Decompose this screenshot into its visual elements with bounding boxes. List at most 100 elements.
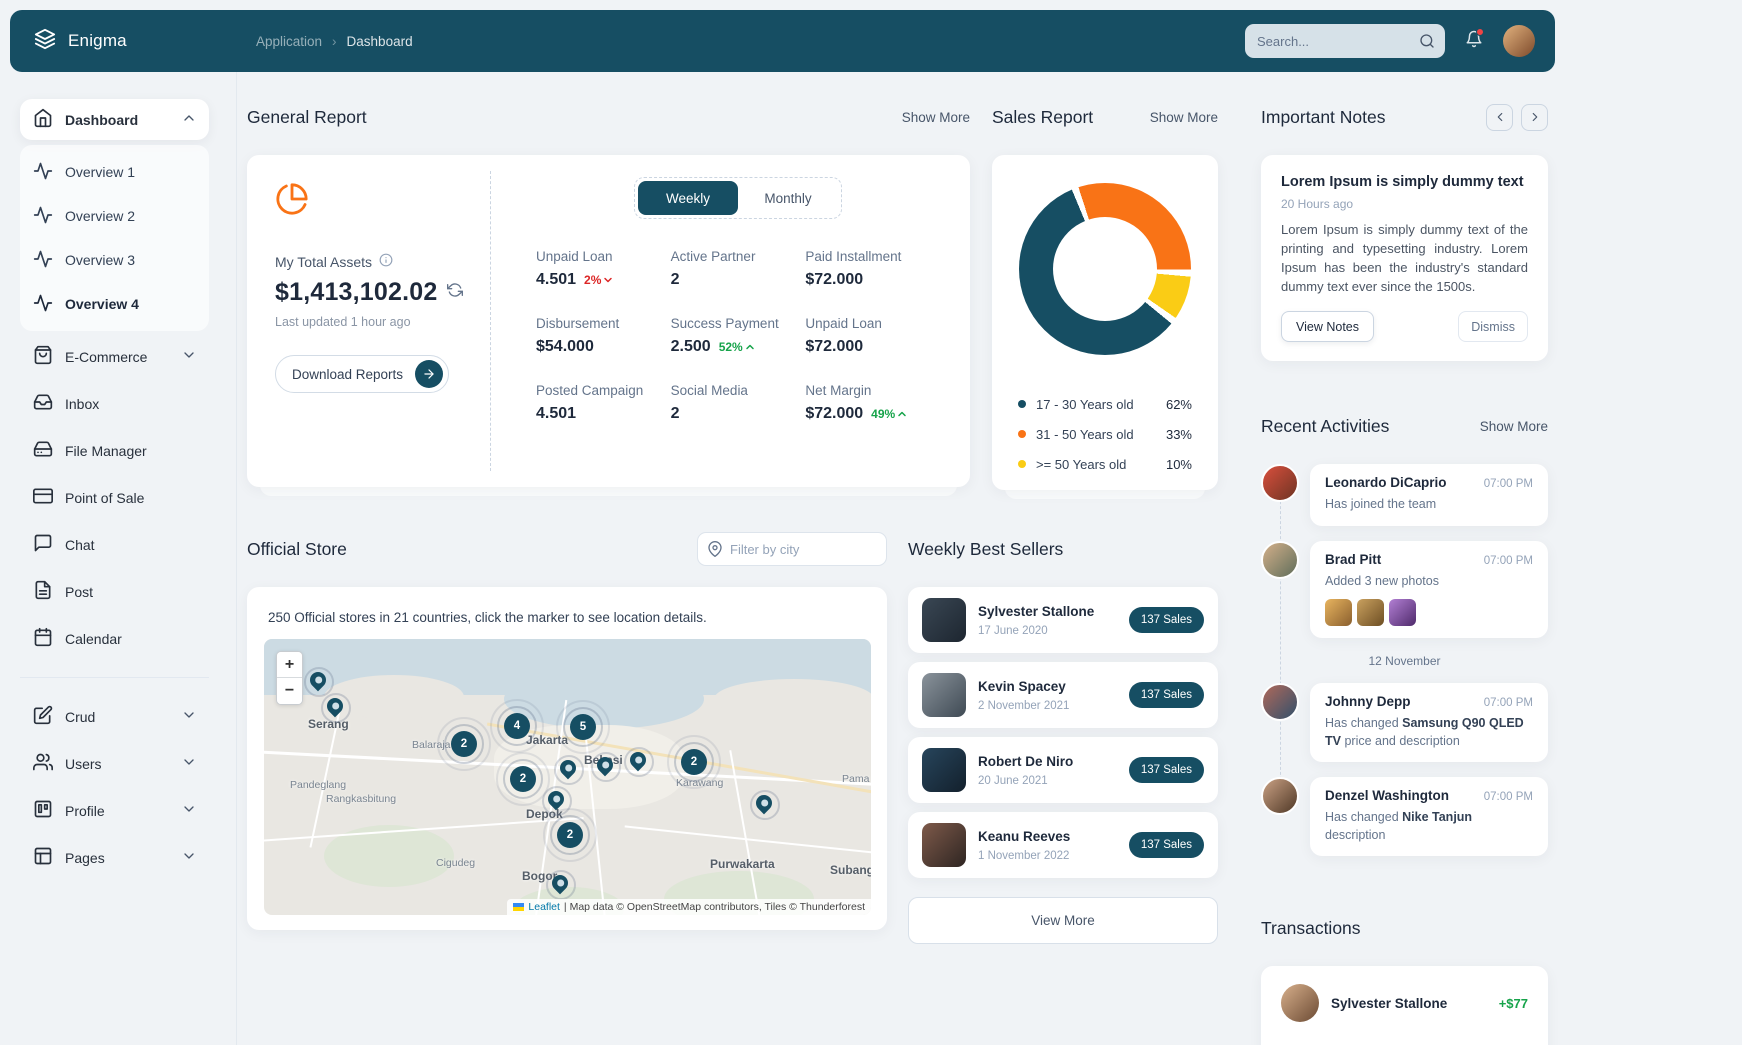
- report-stats-panel: Weekly Monthly Unpaid Loan 4.501 2%: [491, 155, 970, 487]
- search-input[interactable]: [1245, 24, 1445, 58]
- sidebar-item-chat[interactable]: Chat: [20, 521, 209, 568]
- map-land: [714, 679, 871, 719]
- map-pin-marker[interactable]: [310, 672, 326, 688]
- sales-report-section: Sales Report Show More 17 - 30 Years old…: [992, 100, 1218, 490]
- view-more-button[interactable]: View More: [908, 897, 1218, 944]
- general-report-section: General Report Show More My Total Assets…: [247, 100, 970, 490]
- brand-logo[interactable]: Enigma: [34, 28, 246, 55]
- breadcrumb: Application › Dashboard: [256, 34, 413, 49]
- sidebar-item-crud[interactable]: Crud: [20, 693, 209, 740]
- sidebar-item-label: Dashboard: [65, 112, 138, 128]
- zoom-out-button[interactable]: −: [277, 678, 302, 704]
- activities-show-more[interactable]: Show More: [1480, 419, 1548, 434]
- map-label: Pandeglang: [290, 779, 346, 791]
- refresh-icon[interactable]: [447, 282, 463, 303]
- date-divider: 12 November: [1261, 654, 1548, 668]
- sidebar-item-label: Profile: [65, 803, 105, 819]
- sidebar-item-pages[interactable]: Pages: [20, 834, 209, 881]
- notifications-button[interactable]: [1465, 30, 1483, 53]
- map-cluster-marker[interactable]: 4: [504, 713, 530, 739]
- sidebar-item-overview-3[interactable]: Overview 3: [20, 238, 209, 282]
- view-notes-button[interactable]: View Notes: [1281, 311, 1374, 342]
- chevron-down-icon: [181, 848, 197, 867]
- map-pin-marker[interactable]: [327, 698, 343, 714]
- leaflet-link[interactable]: Leaflet: [528, 901, 560, 913]
- filter-by-city-input[interactable]: [697, 532, 887, 566]
- activities-timeline: Leonardo DiCaprio 07:00 PM Has joined th…: [1261, 464, 1548, 856]
- stat-social-media: Social Media 2: [671, 383, 806, 423]
- photo-thumbnail[interactable]: [1357, 599, 1384, 626]
- map-cluster-marker[interactable]: 2: [681, 749, 707, 775]
- store-description: 250 Official stores in 21 countries, cli…: [264, 604, 870, 625]
- monthly-tab[interactable]: Monthly: [738, 181, 838, 215]
- download-reports-button[interactable]: Download Reports: [275, 355, 449, 393]
- chevron-down-icon: [181, 754, 197, 773]
- info-icon[interactable]: [379, 253, 393, 270]
- notes-navigation: [1486, 104, 1548, 131]
- notes-next-button[interactable]: [1521, 104, 1548, 131]
- sidebar-item-overview-4[interactable]: Overview 4: [20, 282, 209, 326]
- sidebar-item-dashboard[interactable]: Dashboard: [20, 99, 209, 140]
- general-report-card: My Total Assets $1,413,102.02 Last updat…: [247, 155, 970, 487]
- map-pin-marker[interactable]: [756, 795, 772, 811]
- sidebar-item-label: File Manager: [65, 443, 147, 459]
- home-icon: [33, 108, 53, 131]
- notes-prev-button[interactable]: [1486, 104, 1513, 131]
- important-notes-title: Important Notes: [1261, 107, 1386, 128]
- map-cluster-marker[interactable]: 5: [570, 714, 596, 740]
- transaction-item[interactable]: Sylvester Stallone +$77: [1261, 970, 1548, 1036]
- sidebar-item-profile[interactable]: Profile: [20, 787, 209, 834]
- sales-report-show-more[interactable]: Show More: [1150, 110, 1218, 125]
- sidebar-item-calendar[interactable]: Calendar: [20, 615, 209, 662]
- sidebar-item-users[interactable]: Users: [20, 740, 209, 787]
- store-map[interactable]: Serang Pandeglang Rangkasbitung Balaraja…: [264, 639, 871, 915]
- credit-card-icon: [33, 486, 53, 509]
- sidebar-item-overview-2[interactable]: Overview 2: [20, 194, 209, 238]
- note-body: Lorem Ipsum is simply dummy text of the …: [1281, 221, 1528, 296]
- seller-item[interactable]: Robert De Niro 20 June 2021 137 Sales: [908, 737, 1218, 803]
- sidebar-item-label: Chat: [65, 537, 95, 553]
- map-pin-marker[interactable]: [597, 757, 613, 773]
- map-label: Subang: [830, 863, 871, 877]
- general-report-show-more[interactable]: Show More: [902, 110, 970, 125]
- weekly-tab[interactable]: Weekly: [638, 181, 738, 215]
- user-avatar[interactable]: [1503, 25, 1535, 57]
- breadcrumb-dashboard: Dashboard: [347, 34, 413, 49]
- map-pin-marker[interactable]: [560, 760, 576, 776]
- map-pin-marker[interactable]: [552, 875, 568, 891]
- inbox-icon: [33, 392, 53, 415]
- sidebar: Dashboard Overview 1 Overview 2 Overview…: [0, 72, 237, 1045]
- breadcrumb-application[interactable]: Application: [256, 34, 322, 49]
- map-cluster-marker[interactable]: 2: [510, 766, 536, 792]
- stat-unpaid-loan-2: Unpaid Loan $72.000: [805, 316, 940, 356]
- sales-legend: 17 - 30 Years old 62% 31 - 50 Years old …: [1018, 389, 1192, 479]
- dismiss-button[interactable]: Dismiss: [1458, 311, 1528, 342]
- sidebar-item-point-of-sale[interactable]: Point of Sale: [20, 474, 209, 521]
- map-pin-marker[interactable]: [630, 752, 646, 768]
- photo-thumbnail[interactable]: [1389, 599, 1416, 626]
- zoom-in-button[interactable]: +: [277, 652, 302, 678]
- sidebar-item-file-manager[interactable]: File Manager: [20, 427, 209, 474]
- seller-item[interactable]: Sylvester Stallone 17 June 2020 137 Sale…: [908, 587, 1218, 653]
- sidebar-item-inbox[interactable]: Inbox: [20, 380, 209, 427]
- seller-item[interactable]: Kevin Spacey 2 November 2021 137 Sales: [908, 662, 1218, 728]
- sidebar-item-overview-1[interactable]: Overview 1: [20, 150, 209, 194]
- main-content: General Report Show More My Total Assets…: [237, 72, 1218, 1045]
- photo-thumbnail[interactable]: [1325, 599, 1352, 626]
- seller-item[interactable]: Keanu Reeves 1 November 2022 137 Sales: [908, 812, 1218, 878]
- sidebar-item-ecommerce[interactable]: E-Commerce: [20, 333, 209, 380]
- legend-dot: [1018, 400, 1026, 408]
- map-pin-marker[interactable]: [548, 791, 564, 807]
- seller-photo: [922, 748, 966, 792]
- chevron-down-icon: [181, 347, 197, 366]
- sidebar-item-label: Overview 4: [65, 296, 139, 312]
- activity-item: Leonardo DiCaprio 07:00 PM Has joined th…: [1261, 464, 1548, 525]
- stat-active-partner: Active Partner 2: [671, 249, 806, 289]
- layers-icon: [34, 28, 56, 55]
- sidebar-item-label: Calendar: [65, 631, 122, 647]
- legend-item: 31 - 50 Years old 33%: [1018, 419, 1192, 449]
- stat-success-payment: Success Payment 2.500 52%: [671, 316, 806, 356]
- sidebar-item-post[interactable]: Post: [20, 568, 209, 615]
- map-cluster-marker[interactable]: 2: [557, 822, 583, 848]
- map-cluster-marker[interactable]: 2: [451, 731, 477, 757]
